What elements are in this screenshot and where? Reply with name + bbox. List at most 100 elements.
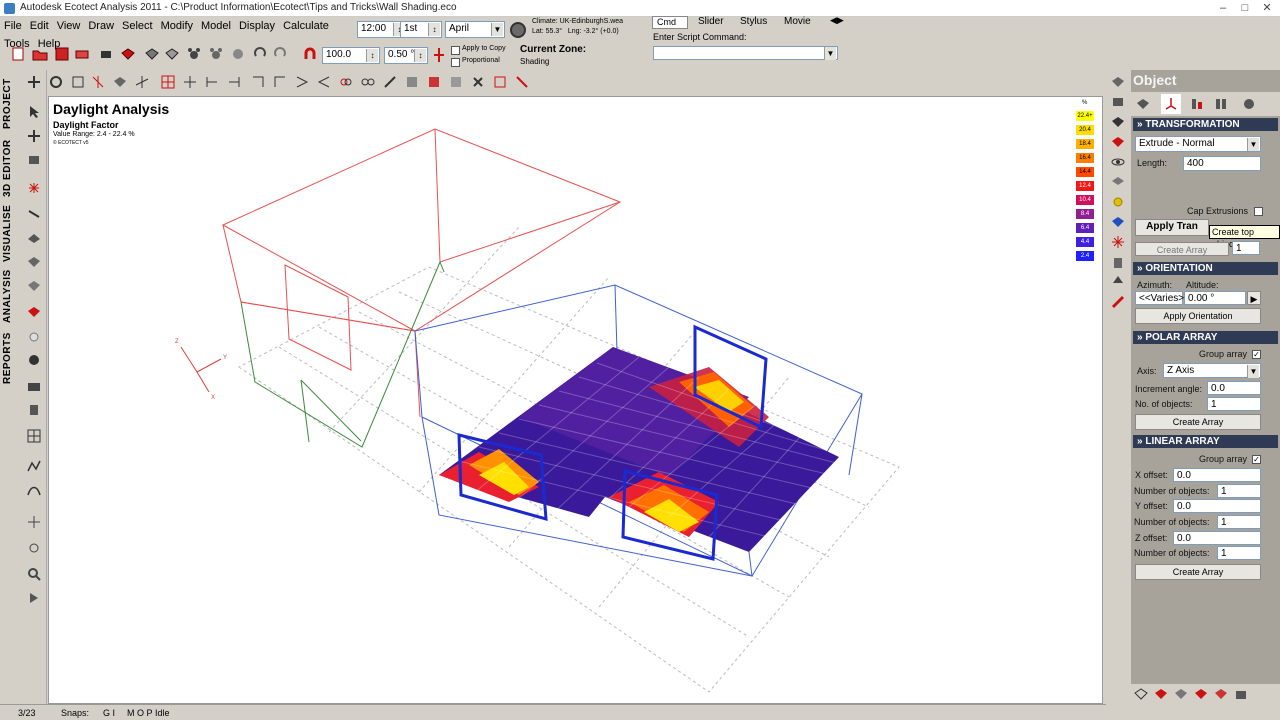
join-icon[interactable] (292, 72, 312, 92)
visualise-panel-icon[interactable] (1108, 212, 1128, 232)
close-icon[interactable]: ✕ (1256, 1, 1278, 15)
cut-icon[interactable] (402, 72, 422, 92)
altitude-field[interactable]: 0.00 ° (1184, 291, 1246, 305)
polar-array-header[interactable]: » POLAR ARRAY (1133, 331, 1278, 344)
tab-analysis[interactable]: ANALYSIS (2, 266, 20, 326)
orientation-header[interactable]: » ORIENTATION (1133, 262, 1278, 275)
menu-view[interactable]: View (53, 17, 85, 35)
align-left-icon[interactable] (202, 72, 222, 92)
light-icon[interactable] (24, 328, 44, 348)
x-count-field[interactable]: 1 (1217, 484, 1261, 498)
polar-create-array-button[interactable]: Create Array (1135, 414, 1261, 430)
azimuth-field[interactable]: <<Varies>> (1135, 291, 1190, 305)
menu-draw[interactable]: Draw (84, 17, 118, 35)
zone-icon[interactable] (96, 44, 116, 64)
menu-select[interactable]: Select (118, 17, 157, 35)
tab-reports[interactable]: REPORTS (2, 328, 20, 388)
walk-icon[interactable] (24, 588, 44, 608)
tab-distribute-icon[interactable] (1211, 94, 1231, 114)
copy-icon[interactable] (424, 72, 444, 92)
transform-icon[interactable] (432, 46, 446, 64)
footer-material-icon[interactable] (1151, 684, 1171, 704)
align-right-icon[interactable] (224, 72, 244, 92)
wall-icon[interactable] (24, 252, 44, 272)
tab-align-icon[interactable] (1187, 94, 1207, 114)
line-icon[interactable] (24, 204, 44, 224)
chevron-down-icon[interactable]: ▼ (824, 47, 836, 60)
tab-scroll-icon[interactable]: ◀▶ (830, 15, 844, 26)
bin-icon[interactable] (1108, 252, 1128, 272)
apply-orientation-button[interactable]: Apply Orientation (1135, 308, 1261, 324)
tab-sphere-icon[interactable] (1239, 94, 1259, 114)
save-icon[interactable] (52, 44, 72, 64)
rotate-icon[interactable] (46, 72, 66, 92)
appliance-icon[interactable] (24, 400, 44, 420)
snap-mop[interactable]: M O P (127, 708, 153, 718)
proportional-checkbox[interactable] (451, 58, 460, 67)
tab-visualise[interactable]: VISUALISE (2, 202, 20, 264)
extrude-icon[interactable] (110, 72, 130, 92)
menu-modify[interactable]: Modify (157, 17, 197, 35)
edit-panel-icon[interactable] (1108, 292, 1128, 312)
transformation-header[interactable]: » TRANSFORMATION (1133, 118, 1278, 131)
scale-field[interactable]: 100.0 ↕ (322, 47, 380, 64)
array-count-field[interactable]: 1 (1232, 241, 1260, 255)
tab-transform-icon[interactable] (1161, 94, 1181, 114)
chevron-down-icon[interactable]: ▼ (1247, 365, 1259, 378)
group-icon[interactable] (490, 72, 510, 92)
axis-icon[interactable] (132, 72, 152, 92)
linear-create-array-button[interactable]: Create Array (1135, 564, 1261, 580)
menu-file[interactable]: File (0, 17, 26, 35)
z-count-field[interactable]: 1 (1217, 546, 1261, 560)
create-array-button[interactable]: Create Array (1135, 242, 1229, 256)
footer-zone-icon[interactable] (1131, 684, 1151, 704)
tab-project[interactable]: PROJECT (2, 74, 20, 134)
sun-icon[interactable] (1108, 192, 1128, 212)
axis-select[interactable]: Z Axis ▼ (1163, 363, 1261, 378)
curve-icon[interactable] (24, 480, 44, 500)
linear-group-checkbox[interactable]: ✓ (1252, 455, 1261, 464)
grid-icon[interactable] (158, 72, 178, 92)
pointer-icon[interactable] (24, 102, 44, 122)
sun-path-icon[interactable] (510, 22, 526, 38)
cap-extrusions-checkbox[interactable] (1254, 207, 1263, 216)
spinner-icon[interactable]: ↕ (414, 49, 426, 62)
minimize-icon[interactable]: – (1212, 1, 1234, 15)
unlink-icon[interactable] (358, 72, 378, 92)
filter-icon[interactable] (228, 44, 248, 64)
redo-icon[interactable] (270, 44, 290, 64)
month-select[interactable]: April ▼ (445, 21, 505, 38)
ungroup-icon[interactable] (512, 72, 532, 92)
plane-icon[interactable] (24, 228, 44, 248)
script-input[interactable]: ▼ (653, 46, 838, 60)
magnet-icon[interactable] (300, 44, 320, 64)
polyline-icon[interactable] (24, 456, 44, 476)
spinner-icon[interactable]: ↕ (366, 49, 378, 62)
zone-panel-icon[interactable] (1108, 92, 1128, 112)
increment-field[interactable]: 0.0 (1207, 381, 1261, 395)
speaker-icon[interactable] (24, 350, 44, 370)
snap-gi[interactable]: G I (103, 708, 115, 718)
mirror-icon[interactable] (88, 72, 108, 92)
menu-model[interactable]: Model (197, 17, 235, 35)
grid-object-icon[interactable] (24, 426, 44, 446)
maximize-icon[interactable]: □ (1234, 1, 1256, 15)
polar-group-checkbox[interactable]: ✓ (1252, 350, 1261, 359)
y-count-field[interactable]: 1 (1217, 515, 1261, 529)
footer-shade-icon[interactable] (1191, 684, 1211, 704)
undo-icon[interactable] (250, 44, 270, 64)
tab-move-icon[interactable] (1133, 94, 1153, 114)
tab-stylus[interactable]: Stylus (740, 16, 767, 27)
schedule-panel-icon[interactable] (1108, 132, 1128, 152)
tab-movie[interactable]: Movie (784, 16, 811, 27)
length-field[interactable]: 400 (1183, 156, 1261, 171)
zone-select-icon[interactable] (24, 150, 44, 170)
spinner-icon[interactable]: ↕ (428, 23, 440, 36)
paste-icon[interactable] (446, 72, 466, 92)
chevron-down-icon[interactable]: ▼ (491, 23, 503, 36)
point-icon[interactable] (24, 178, 44, 198)
footer-camera-icon[interactable] (1231, 684, 1251, 704)
model-viewport[interactable]: Daylight Analysis Daylight Factor Value … (48, 96, 1103, 704)
object-icon[interactable] (142, 44, 162, 64)
delete-icon[interactable] (468, 72, 488, 92)
